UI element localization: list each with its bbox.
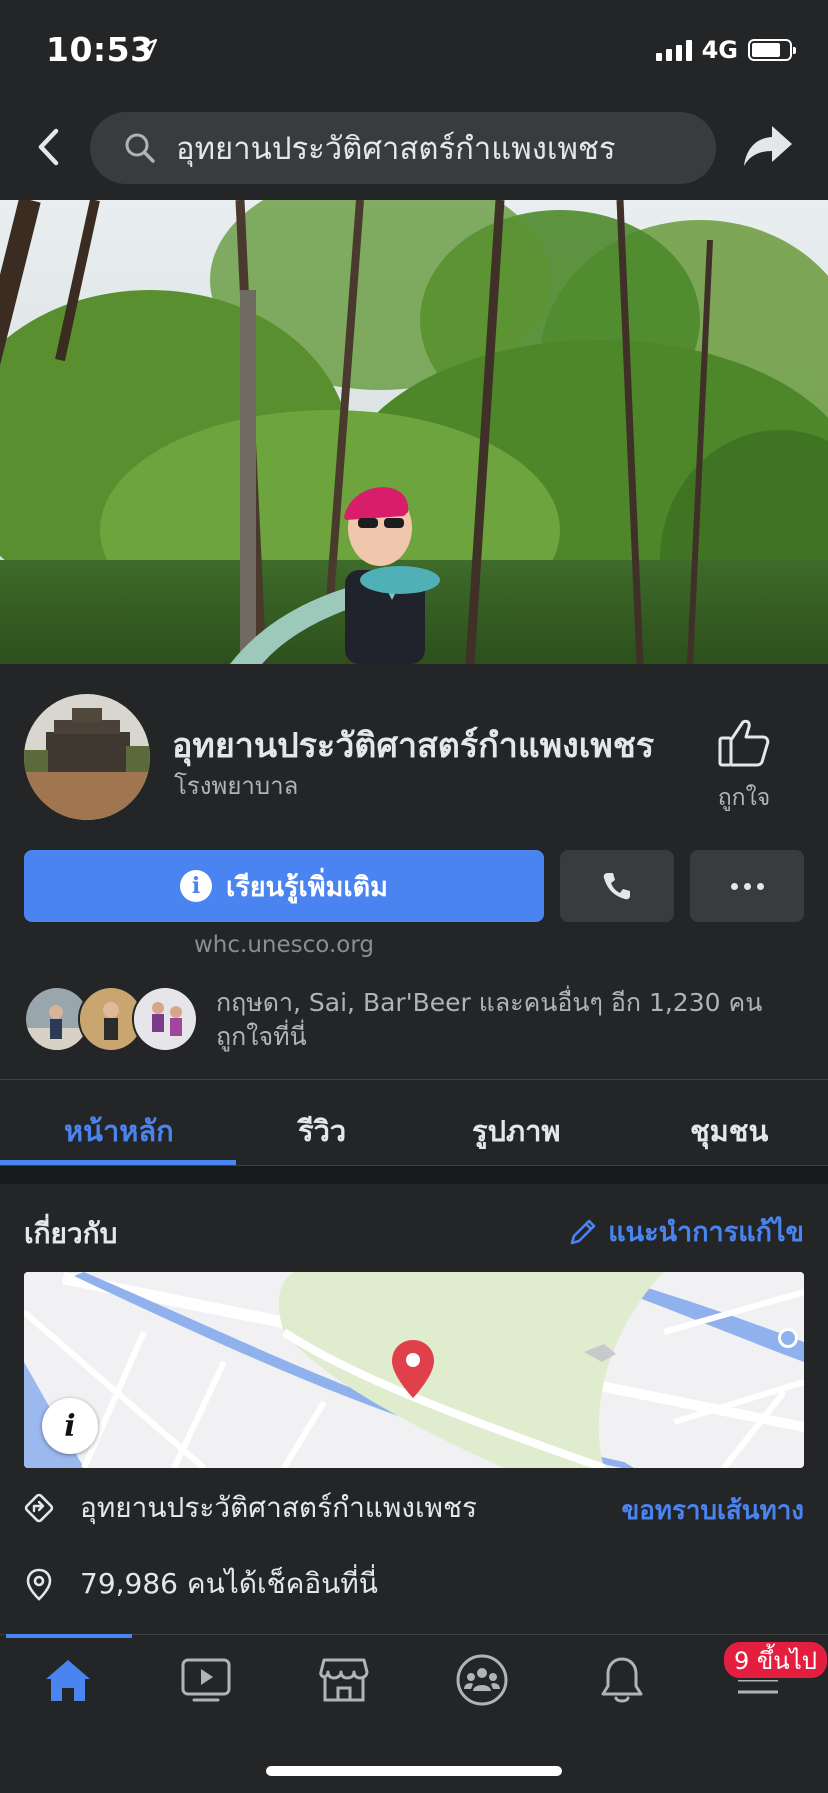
map-pin-icon (392, 1340, 434, 1398)
page-avatar[interactable] (24, 694, 150, 820)
chevron-left-icon (38, 128, 59, 166)
location-pin-icon (26, 1568, 52, 1601)
page-tabs: หน้าหลัก รีวิว รูปภาพ ชุมชน (0, 1082, 828, 1166)
network-label: 4G (701, 36, 738, 64)
tab-home[interactable]: หน้าหลัก (64, 1108, 174, 1154)
tab-community[interactable]: ชุมชน (690, 1108, 768, 1154)
page-category: โรงพยาบาล (174, 772, 299, 800)
website-link[interactable]: whc.unesco.org (194, 932, 374, 958)
suggest-edit-button[interactable]: แนะนำการแก้ไข (568, 1210, 804, 1253)
get-directions-link[interactable]: ขอทราบเส้นทาง (621, 1490, 804, 1531)
learn-more-label: เรียนรู้เพิ่มเติม (226, 871, 388, 903)
call-button[interactable] (560, 850, 674, 922)
suggest-edit-label: แนะนำการแก้ไข (608, 1217, 804, 1248)
tab-reviews[interactable]: รีวิว (298, 1108, 346, 1154)
groups-icon (456, 1654, 508, 1706)
battery-icon (748, 39, 796, 61)
checkins-text: 79,986 คนได้เช็คอินที่นี่ (80, 1567, 378, 1600)
nav-notifications[interactable] (582, 1650, 662, 1710)
phone-icon (603, 873, 630, 900)
search-icon (124, 132, 156, 164)
search-bar[interactable]: อุทยานประวัติศาสตร์กำแพงเพชร (90, 112, 716, 184)
address-text: อุทยานประวัติศาสตร์กำแพงเพชร (80, 1491, 478, 1524)
thumbs-up-icon (718, 719, 770, 767)
notifications-icon (601, 1657, 643, 1703)
nav-marketplace[interactable] (304, 1650, 384, 1710)
divider (0, 1079, 828, 1080)
section-separator (0, 1166, 828, 1184)
tab-photos[interactable]: รูปภาพ (472, 1108, 561, 1154)
like-button[interactable]: ถูกใจ (708, 718, 780, 811)
home-indicator (266, 1766, 562, 1776)
pencil-icon (570, 1219, 596, 1244)
friends-avatars[interactable] (24, 986, 198, 1052)
share-icon[interactable] (742, 124, 794, 170)
nav-groups[interactable] (442, 1650, 522, 1710)
more-dot-icon (730, 882, 738, 890)
more-options-button[interactable] (690, 850, 804, 922)
location-arrow-icon (138, 38, 158, 58)
info-icon: i (180, 870, 213, 902)
more-dot-icon (756, 882, 764, 890)
back-button[interactable] (28, 122, 68, 172)
about-heading: เกี่ยวกับ (24, 1217, 118, 1250)
notification-badge: 9 ขึ้นไป (722, 1640, 828, 1680)
search-query: อุทยานประวัติศาสตร์กำแพงเพชร (176, 131, 616, 167)
watch-icon (181, 1658, 231, 1702)
nav-home[interactable] (28, 1650, 108, 1710)
signal-icon (655, 39, 692, 61)
nav-watch[interactable] (166, 1650, 246, 1710)
active-nav-indicator (6, 1634, 132, 1638)
status-indicators: 4G (655, 36, 796, 64)
page-title: อุทยานประวัติศาสตร์กำแพงเพชร (172, 726, 655, 766)
address-row[interactable]: อุทยานประวัติศาสตร์กำแพงเพชร (22, 1486, 477, 1530)
cover-photo[interactable] (0, 200, 828, 664)
learn-more-button[interactable]: i เรียนรู้เพิ่มเติม (24, 850, 544, 922)
directions-icon (24, 1493, 54, 1523)
location-map[interactable] (24, 1272, 804, 1468)
map-info-button[interactable]: i (42, 1398, 98, 1454)
more-dot-icon (743, 882, 751, 890)
like-label: ถูกใจ (717, 785, 771, 811)
marketplace-icon (319, 1658, 369, 1702)
home-icon (46, 1660, 90, 1701)
likes-summary[interactable]: กฤษดา, Sai, Bar'Beer และคนอื่นๆ อีก 1,23… (216, 986, 796, 1054)
checkins-row: 79,986 คนได้เช็คอินที่นี่ (22, 1562, 378, 1606)
friend-avatar (132, 986, 198, 1052)
